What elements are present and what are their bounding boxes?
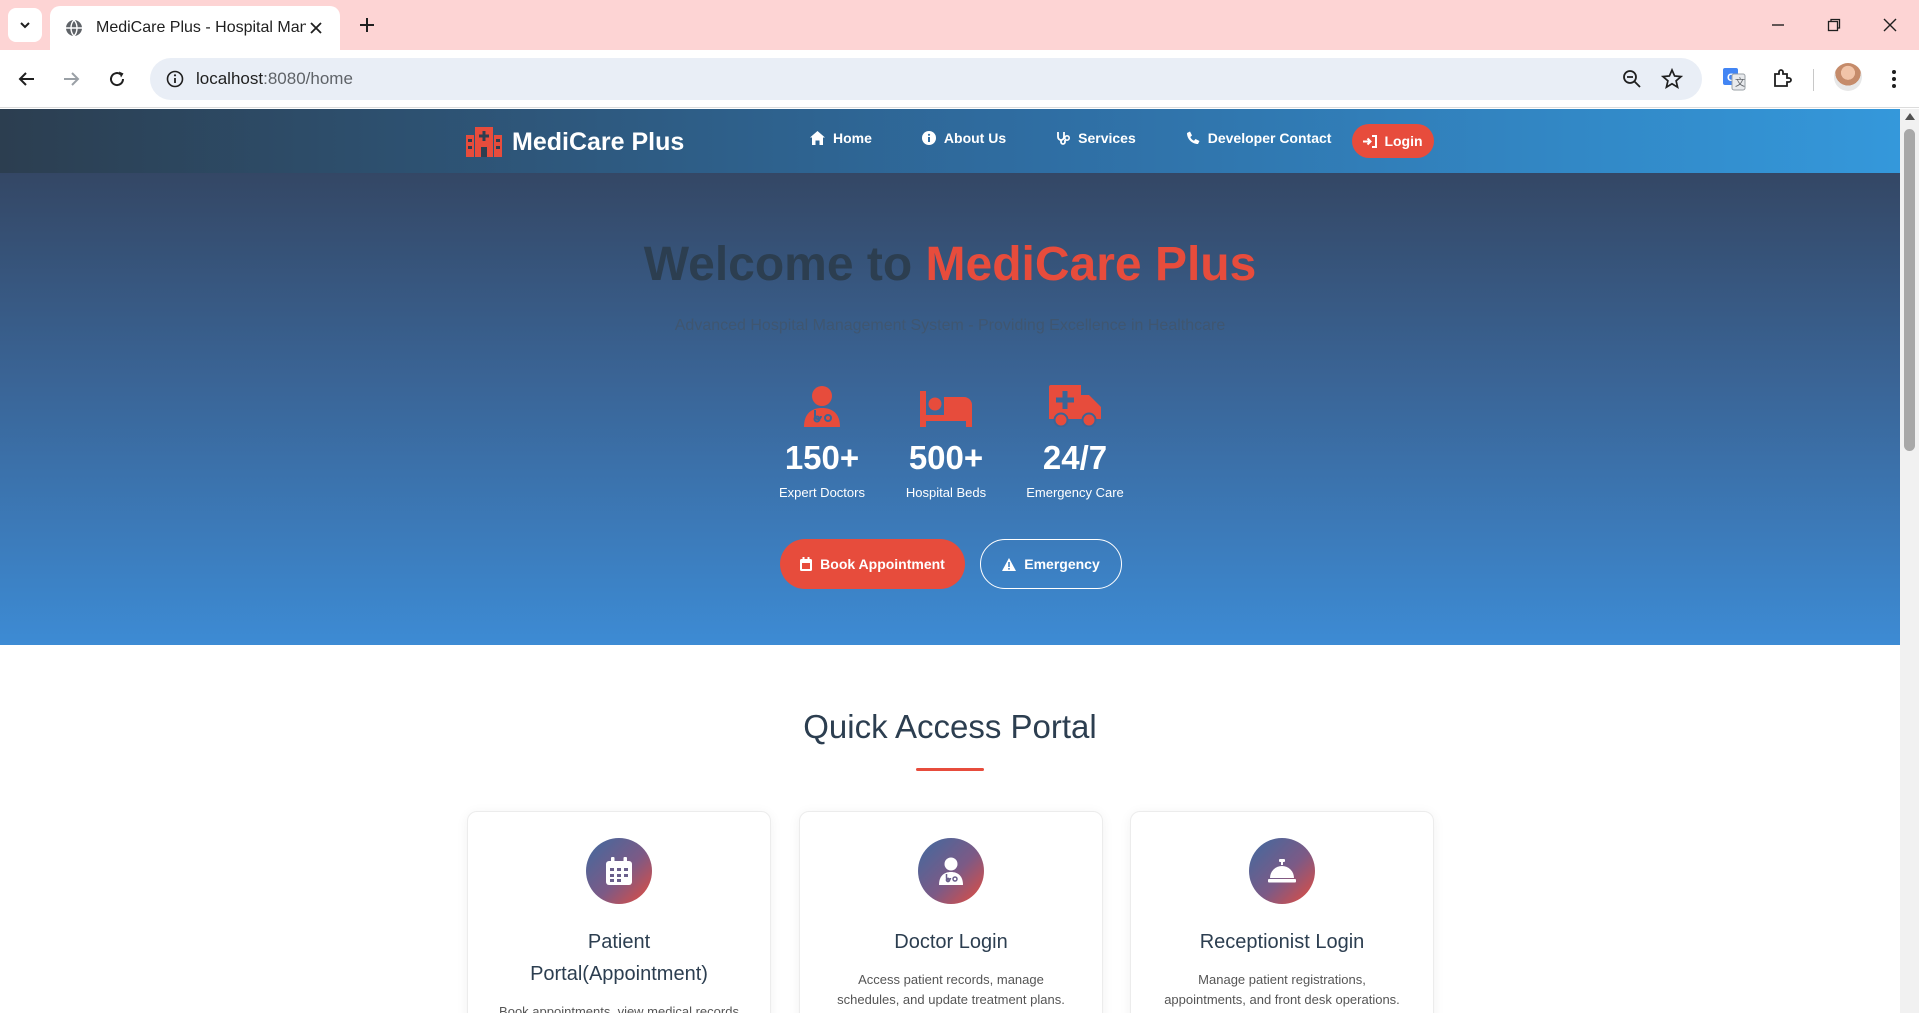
emergency-button[interactable]: Emergency bbox=[980, 539, 1122, 589]
info-icon bbox=[921, 131, 936, 145]
nav-home[interactable]: Home bbox=[810, 130, 872, 146]
restore-button[interactable] bbox=[1816, 10, 1852, 40]
url-text: localhost:8080/home bbox=[196, 69, 353, 89]
nav-about-label: About Us bbox=[943, 130, 1007, 146]
emergency-label: Emergency bbox=[1024, 556, 1100, 572]
login-label: Login bbox=[1384, 133, 1423, 149]
scroll-up-arrow-icon[interactable] bbox=[1905, 113, 1915, 120]
site-navbar: MediCare Plus Home About Us Services Dev… bbox=[0, 109, 1900, 173]
extensions-button[interactable] bbox=[1766, 63, 1798, 95]
book-appointment-button[interactable]: Book Appointment bbox=[780, 539, 965, 589]
toolbar-separator bbox=[1813, 69, 1814, 91]
close-window-button[interactable] bbox=[1872, 10, 1908, 40]
browser-tab-strip: MediCare Plus - Hospital Management Syst… bbox=[0, 0, 1919, 50]
hero-subtitle: Advanced Hospital Management System - Pr… bbox=[674, 317, 1226, 334]
google-translate-extension[interactable]: G文 bbox=[1718, 63, 1750, 95]
doctor-icon bbox=[770, 381, 874, 427]
address-bar[interactable]: localhost:8080/home bbox=[150, 58, 1702, 100]
warning-icon bbox=[1002, 557, 1017, 571]
card-title: Doctor Login bbox=[894, 931, 1008, 953]
translate-icon: G文 bbox=[1723, 68, 1746, 91]
sign-in-icon bbox=[1363, 134, 1378, 148]
profile-avatar[interactable] bbox=[1834, 63, 1862, 91]
card-patient-portal[interactable]: Patient Portal(Appointment) Book appoint… bbox=[467, 811, 771, 1013]
nav-developer-contact[interactable]: Developer Contact bbox=[1186, 130, 1332, 146]
calendar-icon bbox=[800, 557, 813, 571]
nav-services-label: Services bbox=[1078, 130, 1136, 146]
bed-icon bbox=[898, 381, 994, 427]
calendar-icon bbox=[586, 838, 652, 904]
phone-icon bbox=[1186, 131, 1200, 144]
forward-button[interactable] bbox=[54, 62, 88, 96]
stat-expert-doctors: 150+ Expert Doctors bbox=[770, 381, 874, 500]
new-tab-button[interactable] bbox=[352, 10, 382, 40]
hero-title-accent: MediCare Plus bbox=[925, 238, 1257, 291]
nav-contact-label: Developer Contact bbox=[1207, 130, 1332, 146]
bookmark-star-icon[interactable] bbox=[1660, 67, 1684, 91]
tab-search-button[interactable] bbox=[8, 8, 42, 42]
book-appointment-label: Book Appointment bbox=[820, 556, 945, 572]
zoom-icon[interactable] bbox=[1620, 67, 1644, 91]
reload-icon bbox=[110, 71, 125, 87]
url-host: localhost bbox=[196, 69, 264, 88]
chevron-down-icon bbox=[20, 22, 30, 29]
url-path: :8080/home bbox=[263, 69, 353, 88]
login-button[interactable]: Login bbox=[1352, 124, 1434, 158]
hospital-icon bbox=[466, 127, 502, 157]
plus-icon bbox=[360, 18, 374, 32]
info-icon[interactable] bbox=[154, 58, 196, 100]
card-description: Access patient records, manage schedules… bbox=[837, 972, 1065, 1007]
browser-toolbar: localhost:8080/home G文 bbox=[0, 50, 1919, 108]
close-icon[interactable] bbox=[306, 18, 326, 38]
brand-name: MediCare Plus bbox=[512, 127, 685, 156]
site-nav-links: Home About Us Services Developer Contact bbox=[810, 130, 1381, 146]
close-icon bbox=[1883, 18, 1897, 32]
page-scrollbar[interactable] bbox=[1900, 109, 1919, 1013]
card-description: Book appointments, view medical records bbox=[499, 1004, 739, 1013]
more-vertical-icon bbox=[1892, 70, 1896, 88]
stat-label: Expert Doctors bbox=[779, 485, 865, 500]
stat-label: Hospital Beds bbox=[905, 485, 987, 500]
stat-emergency-care: 24/7 Emergency Care bbox=[1020, 381, 1130, 500]
chrome-menu-button[interactable] bbox=[1878, 63, 1910, 95]
title-underline bbox=[916, 768, 984, 771]
nav-about-us[interactable]: About Us bbox=[921, 130, 1007, 146]
card-doctor-login[interactable]: Doctor Login Access patient records, man… bbox=[799, 811, 1103, 1013]
nav-home-label: Home bbox=[833, 130, 872, 146]
svg-text:文: 文 bbox=[1735, 76, 1745, 89]
hero-title-prefix: Welcome to bbox=[643, 238, 926, 291]
stat-value: 150+ bbox=[784, 439, 860, 476]
reload-button[interactable] bbox=[100, 62, 134, 96]
hero-title: Welcome to MediCare Plus bbox=[0, 237, 1900, 292]
stat-value: 500+ bbox=[908, 439, 984, 476]
scrollbar-thumb[interactable] bbox=[1904, 129, 1915, 451]
doctor-icon bbox=[918, 838, 984, 904]
globe-icon bbox=[64, 18, 84, 38]
stat-label: Emergency Care bbox=[1026, 485, 1124, 500]
card-receptionist-login[interactable]: Receptionist Login Manage patient regist… bbox=[1130, 811, 1434, 1013]
ambulance-icon bbox=[1020, 381, 1130, 427]
browser-tab-active[interactable]: MediCare Plus - Hospital Management Syst… bbox=[50, 6, 340, 50]
arrow-left-icon bbox=[18, 72, 34, 86]
card-title: Patient Portal(Appointment) bbox=[530, 931, 708, 985]
stat-hospital-beds: 500+ Hospital Beds bbox=[898, 381, 994, 500]
tab-title: MediCare Plus - Hospital Management Syst… bbox=[96, 19, 306, 36]
minimize-icon bbox=[1772, 24, 1784, 26]
page-viewport: MediCare Plus Home About Us Services Dev… bbox=[0, 109, 1900, 1013]
stat-value: 24/7 bbox=[1042, 439, 1108, 476]
hero-section: Welcome to MediCare Plus Advanced Hospit… bbox=[0, 173, 1900, 645]
restore-icon bbox=[1827, 18, 1841, 32]
stethoscope-icon bbox=[1057, 132, 1071, 145]
puzzle-icon bbox=[1774, 69, 1792, 87]
brand-logo[interactable]: MediCare Plus bbox=[466, 127, 684, 157]
home-icon bbox=[810, 131, 825, 145]
card-title: Receptionist Login bbox=[1199, 931, 1365, 953]
nav-services[interactable]: Services bbox=[1056, 130, 1136, 146]
back-button[interactable] bbox=[10, 62, 44, 96]
arrow-right-icon bbox=[64, 72, 80, 86]
card-description: Manage patient registrations, appointmen… bbox=[1164, 972, 1400, 1007]
portal-section-title: Quick Access Portal bbox=[803, 708, 1097, 745]
minimize-button[interactable] bbox=[1760, 10, 1796, 40]
concierge-bell-icon bbox=[1249, 838, 1315, 904]
